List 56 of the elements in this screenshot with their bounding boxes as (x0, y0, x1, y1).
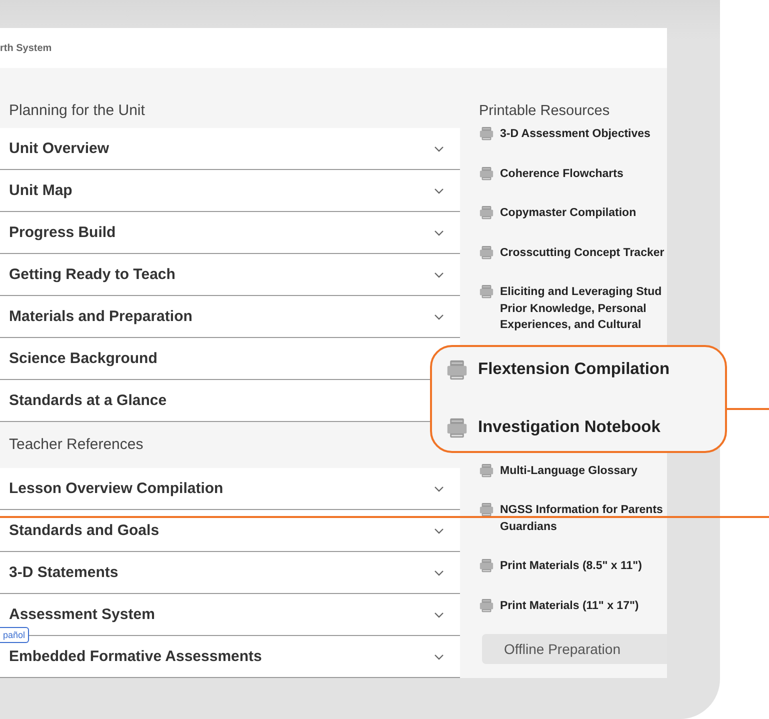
pdf-icon (479, 126, 494, 141)
accordion-row[interactable]: Progress Build (0, 212, 460, 254)
language-toggle[interactable]: pañol (0, 627, 30, 643)
resource-label: Copymaster Compilation (500, 206, 636, 221)
resource-link[interactable]: Crosscutting Concept Tracker (479, 244, 667, 261)
chevron-icon (434, 654, 444, 660)
chevron-icon (434, 528, 444, 534)
resource-link[interactable]: Print Materials (8.5" x 11") (479, 558, 667, 574)
accordion-row[interactable]: Lesson Overview Compilation (0, 468, 460, 510)
pdf-icon (479, 462, 494, 478)
section-heading: Teacher References (8, 435, 144, 455)
resource-link[interactable]: Eliciting and Leveraging Stud Prior Knowledge, Personal Experiences, and Cultural (479, 284, 667, 334)
resource-label: Print Materials (8.5" x 11") (500, 559, 642, 574)
resource-label: Flextension Compilation (478, 361, 670, 378)
resource-link[interactable]: Coherence Flowcharts (479, 166, 667, 182)
accordion-row[interactable]: 3-D Statements (0, 552, 460, 594)
section-heading: Planning for the Unit (8, 101, 146, 121)
chevron-icon (434, 570, 444, 576)
accordion-row[interactable]: Unit Overview (0, 128, 460, 170)
accordion-row[interactable]: Standards and Goals (0, 510, 460, 552)
pdf-icon (479, 502, 494, 517)
accordion-row[interactable]: Materials and Preparation (0, 296, 460, 338)
offline-button[interactable]: Offline Preparation (482, 634, 667, 664)
pdf-icon (479, 558, 494, 573)
pdf-icon (479, 205, 494, 220)
pdf-icon (479, 244, 494, 260)
accordion-row[interactable]: Getting Ready to Teach (0, 254, 460, 296)
resource-link[interactable]: 3-D Assessment Objectives (479, 126, 667, 142)
pdf-icon (446, 358, 468, 380)
resource-link[interactable]: Multi-Language Glossary (479, 462, 667, 479)
resource-label: Print Materials (11" x 17") (500, 598, 639, 614)
chevron-icon (434, 230, 444, 236)
resource-label: NGSS Information for Parents Guardians (500, 503, 664, 534)
chevron-icon (434, 272, 444, 278)
resource-label: Eliciting and Leveraging Stud Prior Knowledge, Personal Experiences, and Cultural (500, 285, 663, 333)
chevron-icon (434, 486, 444, 492)
pdf-icon (479, 284, 494, 299)
pdf-icon (479, 166, 494, 180)
section-heading: Printable Resources (479, 102, 611, 121)
resource-label: 3-D Assessment Objectives (500, 127, 650, 142)
header-title: rth System (0, 42, 52, 54)
resource-link[interactable]: NGSS Information for Parents Guardians (479, 502, 667, 535)
resource-link[interactable]: Copymaster Compilation (479, 205, 667, 222)
resource-label: Multi-Language Glossary (500, 464, 638, 478)
chevron-icon (434, 314, 444, 320)
resource-label: Coherence Flowcharts (500, 166, 624, 182)
accordion-row[interactable]: Science Background (0, 338, 460, 380)
pdf-icon (479, 598, 494, 612)
chevron-icon (434, 612, 444, 618)
resource-link[interactable]: Print Materials (11" x 17") (479, 598, 667, 614)
chevron-icon (434, 188, 444, 194)
accordion-row[interactable]: Unit Map (0, 170, 460, 212)
pdf-icon (446, 416, 468, 438)
resource-label: Investigation Notebook (478, 419, 660, 436)
chevron-icon (434, 146, 444, 152)
resource-label: Crosscutting Concept Tracker (500, 246, 664, 260)
